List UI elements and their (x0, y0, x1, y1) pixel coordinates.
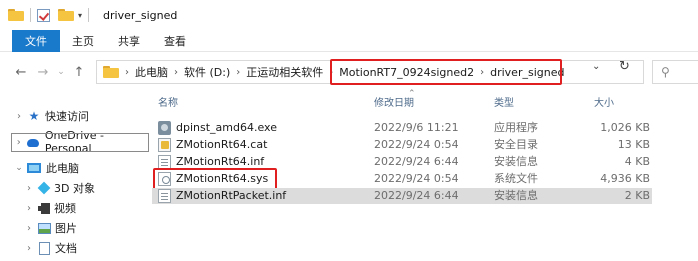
nav-item-label: 视频 (54, 202, 76, 215)
picture-icon (38, 222, 51, 234)
breadcrumb-separator-icon[interactable]: › (125, 67, 129, 78)
tab-home[interactable]: 主页 (60, 30, 106, 52)
back-arrow-icon[interactable]: ← (10, 65, 32, 80)
divider (88, 8, 90, 22)
file-date: 2022/9/24 0:54 (374, 172, 459, 185)
star-icon: ★ (28, 109, 40, 123)
exe-icon (158, 121, 171, 135)
nav-item-quick-access[interactable]: › ★ 快速访问 (0, 106, 89, 126)
chevron-right-icon[interactable]: › (22, 243, 36, 254)
pc-icon (27, 163, 41, 173)
file-type: 安装信息 (494, 189, 538, 202)
divider (30, 8, 31, 22)
nav-item-3d-objects[interactable]: › 3D 对象 (10, 178, 95, 198)
tab-file[interactable]: 文件 (12, 29, 60, 52)
navigation-pane: › ★ 快速访问 › OneDrive - Personal ⌄ 此电脑 › 3… (0, 92, 150, 261)
new-folder-icon[interactable] (58, 9, 74, 21)
column-header-date[interactable]: 修改日期 (374, 88, 414, 114)
highlight-box (330, 59, 562, 85)
highlight-box (153, 168, 277, 190)
file-type: 安装信息 (494, 155, 538, 168)
file-name: ZMotionRtPacket.inf (176, 189, 287, 202)
tab-view[interactable]: 查看 (152, 30, 198, 52)
file-size: 4 KB (624, 155, 650, 168)
title-bar: ▾ driver_signed (0, 0, 698, 30)
chevron-down-icon[interactable]: ▾ (78, 11, 82, 20)
file-date: 2022/9/6 11:21 (374, 121, 459, 134)
tab-share[interactable]: 共享 (106, 30, 152, 52)
chevron-right-icon[interactable]: › (22, 203, 36, 214)
nav-item-label: 文档 (55, 242, 77, 255)
inf-file-icon (158, 189, 171, 203)
file-type: 安全目录 (494, 138, 538, 151)
file-date: 2022/9/24 6:44 (374, 189, 459, 202)
ribbon-tabs: 文件 主页 共享 查看 (0, 29, 698, 52)
file-list: ⌃ 名称 修改日期 类型 大小 dpinst_amd64.exe 2022/9/… (152, 88, 662, 261)
nav-item-label: 图片 (55, 222, 77, 235)
file-size: 1,026 KB (600, 121, 650, 134)
nav-item-label: 快速访问 (45, 110, 89, 123)
breadcrumb-drive-d[interactable]: 软件 (D:) (184, 64, 230, 80)
3d-object-icon (37, 181, 51, 195)
column-header-type[interactable]: 类型 (494, 88, 514, 114)
file-size: 4,936 KB (600, 172, 650, 185)
file-type: 应用程序 (494, 121, 538, 134)
chevron-right-icon[interactable]: › (22, 223, 36, 234)
focus-outline (11, 133, 149, 152)
file-size: 2 KB (624, 189, 650, 202)
window-title: driver_signed (103, 8, 178, 22)
nav-item-this-pc[interactable]: ⌄ 此电脑 (0, 158, 79, 178)
folder-icon (103, 66, 119, 78)
nav-item-documents[interactable]: › 文档 (10, 238, 77, 258)
file-name: ZMotionRt64.cat (176, 138, 268, 151)
file-type: 系统文件 (494, 172, 538, 185)
forward-arrow-icon[interactable]: → (32, 65, 54, 80)
address-history-chevron-icon[interactable]: ⌄ (592, 61, 600, 72)
file-row[interactable]: dpinst_amd64.exe 2022/9/6 11:21 应用程序 1,0… (152, 120, 652, 136)
quick-access-toolbar: ▾ (8, 0, 95, 30)
recent-locations-chevron-icon[interactable]: ⌄ (54, 67, 68, 77)
chevron-down-icon[interactable]: ⌄ (12, 163, 26, 173)
properties-icon[interactable] (37, 8, 50, 22)
breadcrumb-this-pc[interactable]: 此电脑 (135, 64, 168, 80)
up-arrow-icon[interactable]: ↑ (68, 65, 90, 80)
chevron-right-icon[interactable]: › (12, 111, 26, 122)
column-header-name[interactable]: 名称 (158, 88, 178, 114)
file-name: dpinst_amd64.exe (176, 121, 277, 134)
refresh-icon[interactable]: ↻ (619, 59, 630, 74)
video-icon (38, 202, 50, 214)
chevron-right-icon[interactable]: › (22, 183, 36, 194)
file-row[interactable]: ZMotionRt64.cat 2022/9/24 0:54 安全目录 13 K… (152, 137, 652, 153)
breadcrumb-zmotion-software[interactable]: 正运动相关软件 (246, 64, 323, 80)
file-date: 2022/9/24 0:54 (374, 138, 459, 151)
file-date: 2022/9/24 6:44 (374, 155, 459, 168)
folder-icon[interactable] (8, 9, 24, 21)
nav-item-label: 3D 对象 (54, 182, 95, 195)
address-row: ← → ⌄ ↑ › 此电脑 › 软件 (D:) › 正运动相关软件 › Moti… (0, 56, 698, 88)
breadcrumb-separator-icon[interactable]: › (174, 67, 178, 78)
breadcrumb-separator-icon[interactable]: › (236, 67, 240, 78)
document-icon (39, 241, 50, 255)
file-row-selected[interactable]: ZMotionRtPacket.inf 2022/9/24 6:44 安装信息 … (152, 188, 652, 204)
nav-item-videos[interactable]: › 视频 (10, 198, 76, 218)
file-size: 13 KB (617, 138, 650, 151)
search-icon: ⚲ (661, 65, 670, 79)
inf-file-icon (158, 155, 171, 169)
search-box[interactable]: ⚲ (652, 60, 698, 84)
column-header-size[interactable]: 大小 (594, 88, 614, 114)
security-catalog-icon (158, 138, 171, 152)
nav-item-label: 此电脑 (46, 162, 79, 175)
nav-item-pictures[interactable]: › 图片 (10, 218, 77, 238)
